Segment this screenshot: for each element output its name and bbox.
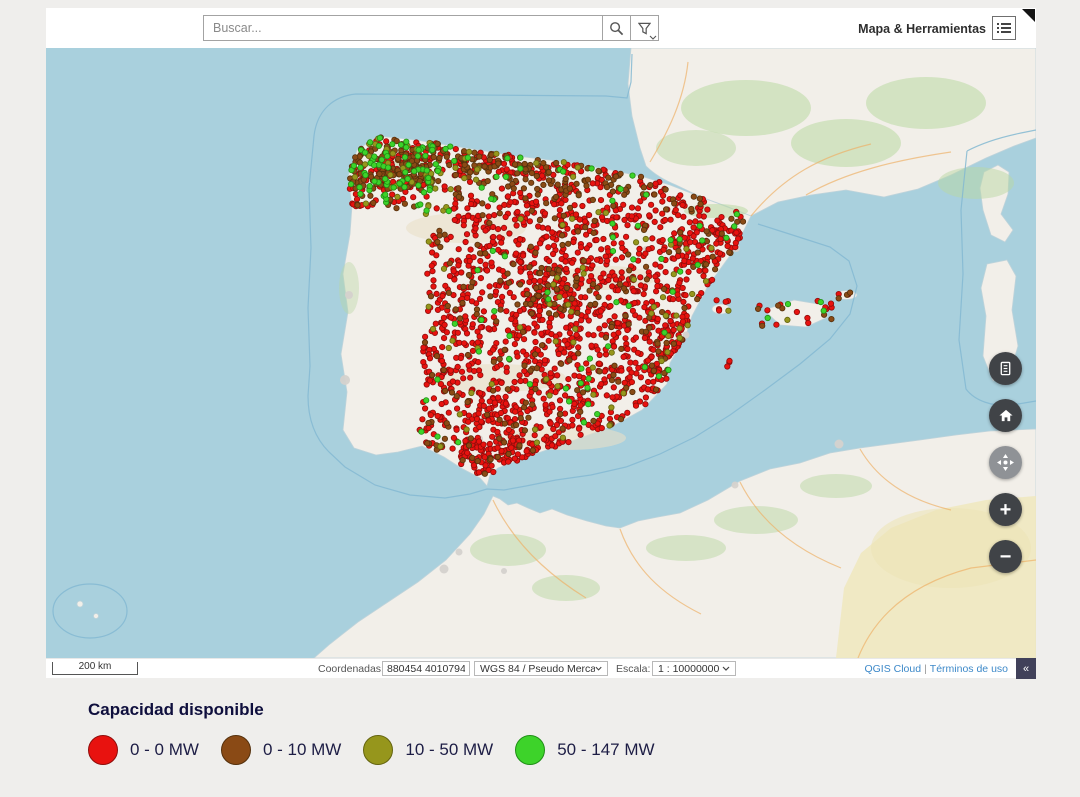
- terms-link[interactable]: Términos de uso: [930, 663, 1008, 675]
- menu-list-icon: [997, 22, 1011, 34]
- legend-item: 50 - 147 MW: [515, 735, 654, 765]
- filter-button[interactable]: [631, 15, 659, 41]
- scale-value: 1 : 10000000: [658, 663, 719, 675]
- scale-bar: 200 km: [52, 662, 138, 675]
- home-button[interactable]: [989, 399, 1022, 432]
- footer-links: QGIS Cloud|Términos de uso: [864, 663, 1008, 675]
- map-controls: + −: [989, 352, 1022, 573]
- legend-label: 10 - 50 MW: [405, 740, 493, 760]
- zoom-out-button[interactable]: −: [989, 540, 1022, 573]
- toolbar-title: Mapa & Herramientas: [858, 22, 986, 36]
- search-icon: [609, 21, 624, 36]
- chevron-down-icon: [595, 666, 602, 671]
- collapse-statusbar-button[interactable]: «: [1016, 658, 1036, 679]
- search-button[interactable]: [603, 15, 631, 41]
- compass-pan-icon: [997, 454, 1014, 471]
- legend-swatch-red: [88, 735, 118, 765]
- search-input[interactable]: [203, 15, 603, 41]
- legend-items: 0 - 0 MW 0 - 10 MW 10 - 50 MW 50 - 147 M…: [88, 735, 677, 765]
- filter-icon: [638, 22, 651, 35]
- legend-title: Capacidad disponible: [88, 700, 677, 720]
- menu-button[interactable]: [992, 16, 1016, 40]
- status-bar: 200 km Coordenadas: WGS 84 / Pseudo Merc…: [46, 658, 1036, 678]
- legend-label: 0 - 0 MW: [130, 740, 199, 760]
- legend-swatch-brown: [221, 735, 251, 765]
- zoom-in-button[interactable]: +: [989, 493, 1022, 526]
- scale-select[interactable]: 1 : 10000000: [652, 661, 736, 676]
- chevron-down-icon: [649, 35, 657, 40]
- corner-triangle-icon: [1022, 9, 1035, 22]
- coordinates-input[interactable]: [382, 661, 470, 676]
- layers-button[interactable]: [989, 352, 1022, 385]
- legend: Capacidad disponible 0 - 0 MW 0 - 10 MW …: [88, 700, 677, 765]
- legend-item: 0 - 0 MW: [88, 735, 199, 765]
- base-map: [46, 48, 1036, 658]
- legend-label: 50 - 147 MW: [557, 740, 654, 760]
- legend-swatch-olive: [363, 735, 393, 765]
- map-viewport[interactable]: + −: [46, 48, 1036, 658]
- search-group: [203, 15, 659, 41]
- document-icon: [998, 361, 1013, 376]
- legend-item: 10 - 50 MW: [363, 735, 493, 765]
- home-icon: [998, 408, 1014, 423]
- legend-item: 0 - 10 MW: [221, 735, 341, 765]
- crs-select[interactable]: WGS 84 / Pseudo Mercator: [474, 661, 608, 676]
- legend-label: 0 - 10 MW: [263, 740, 341, 760]
- map-application: Mapa & Herramientas: [46, 8, 1036, 678]
- qgis-cloud-link[interactable]: QGIS Cloud: [864, 663, 921, 675]
- crs-value: WGS 84 / Pseudo Mercator: [480, 663, 595, 675]
- links-separator: |: [924, 663, 927, 675]
- toolbar: Mapa & Herramientas: [46, 8, 1036, 48]
- pan-button[interactable]: [989, 446, 1022, 479]
- scale-bar-label: 200 km: [53, 662, 137, 672]
- scale-label: Escala:: [616, 663, 650, 675]
- legend-swatch-green: [515, 735, 545, 765]
- coordinates-label: Coordenadas:: [318, 663, 384, 675]
- chevron-down-icon: [722, 666, 730, 671]
